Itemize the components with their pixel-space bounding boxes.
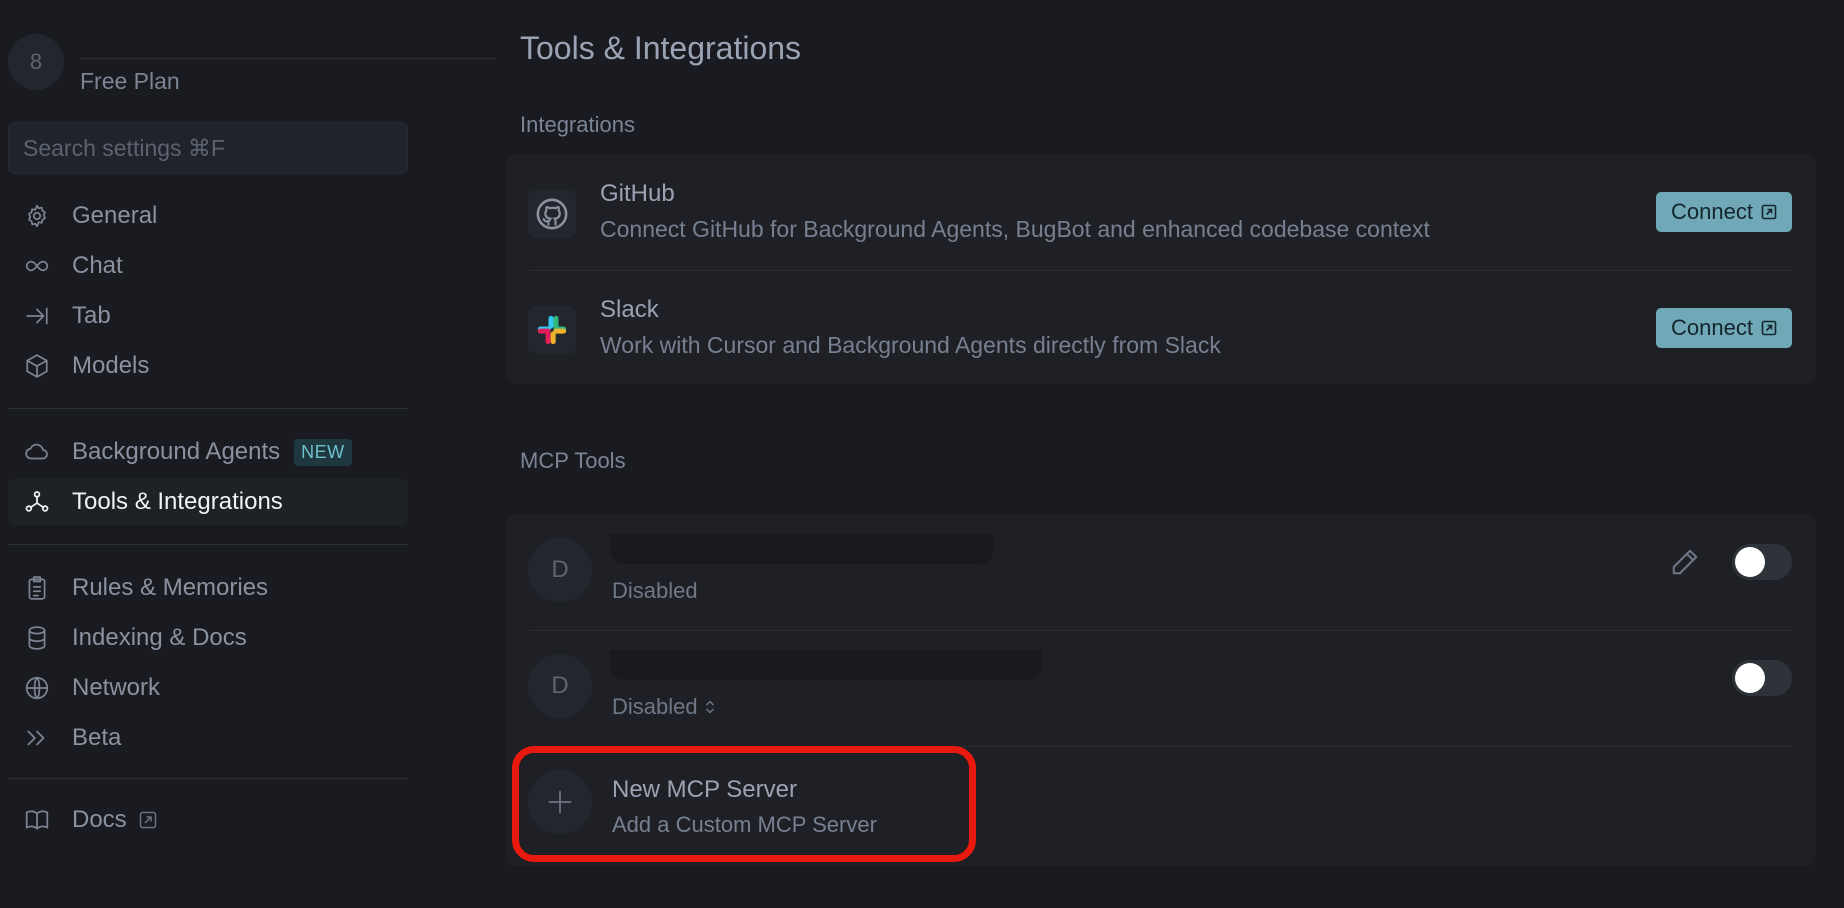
server-name-redacted [610, 650, 1042, 680]
avatar[interactable]: 8 [8, 34, 64, 90]
sidebar-divider [8, 544, 408, 545]
github-description: Connect GitHub for Background Agents, Bu… [600, 216, 1430, 242]
slack-description: Work with Cursor and Background Agents d… [600, 332, 1221, 358]
sidebar-item-label: Background Agents [72, 438, 281, 465]
sidebar-item-docs[interactable]: Docs [8, 797, 408, 843]
add-server-button[interactable] [528, 770, 592, 834]
toggle-knob [1735, 547, 1765, 577]
new-mcp-server-title[interactable]: New MCP Server [612, 776, 797, 804]
external-link-icon [139, 811, 157, 829]
server-avatar: D [528, 538, 592, 602]
sidebar-divider [8, 408, 408, 409]
cube-icon [22, 351, 52, 381]
sidebar-item-label: Rules & Memories [72, 574, 269, 601]
book-icon [22, 805, 52, 835]
sidebar-item-models[interactable]: Models [8, 343, 408, 389]
sidebar-divider [8, 778, 408, 779]
server-initial: D [551, 672, 569, 699]
mcp-section-label: MCP Tools [520, 448, 626, 473]
new-mcp-server-subtitle: Add a Custom MCP Server [612, 812, 877, 837]
network-icon [22, 487, 52, 517]
server-status: Disabled [612, 578, 698, 603]
sidebar-item-chat[interactable]: Chat [8, 243, 408, 289]
sidebar-item-background-agents[interactable]: Background Agents NEW [8, 429, 408, 475]
slack-connect-button[interactable]: Connect [1656, 308, 1792, 348]
sidebar-item-general[interactable]: General [8, 193, 408, 239]
external-link-icon [1761, 204, 1777, 220]
cloud-icon [22, 437, 52, 467]
server-initial: D [551, 556, 569, 583]
sidebar-item-label: Models [72, 352, 150, 379]
edit-pencil-icon[interactable] [1670, 547, 1700, 577]
double-chevron-icon [22, 723, 52, 753]
sidebar-item-tools-integrations[interactable]: Tools & Integrations [8, 479, 408, 525]
sidebar-item-label: Tools & Integrations [72, 488, 283, 515]
plan-label: Free Plan [80, 68, 180, 94]
gear-icon [22, 201, 52, 231]
sidebar-item-rules-memories[interactable]: Rules & Memories [8, 565, 408, 611]
slack-icon [528, 306, 576, 354]
row-divider [530, 270, 1792, 271]
sidebar-item-label: Docs [72, 806, 127, 833]
server-toggle[interactable] [1732, 544, 1792, 580]
slack-title: Slack [600, 296, 659, 323]
search-input[interactable]: Search settings ⌘F [8, 122, 408, 174]
sidebar-item-label: Indexing & Docs [72, 624, 247, 651]
server-status-select[interactable]: Disabled [612, 694, 716, 720]
external-link-icon [1761, 320, 1777, 336]
server-avatar: D [528, 654, 592, 718]
sidebar-item-label: Tab [72, 302, 111, 329]
sidebar-item-label: Beta [72, 724, 122, 751]
new-badge: NEW [294, 438, 352, 466]
sidebar-item-network[interactable]: Network [8, 665, 408, 711]
connect-label: Connect [1671, 199, 1753, 224]
sidebar-item-label: Network [72, 674, 161, 701]
github-title: GitHub [600, 180, 675, 207]
settings-sidebar: 8 Free Plan Search settings ⌘F General C… [0, 0, 496, 908]
sidebar-item-label: Chat [72, 252, 123, 279]
up-down-chevron-icon [705, 700, 714, 714]
row-divider [530, 746, 1792, 747]
sidebar-item-beta[interactable]: Beta [8, 715, 408, 761]
server-toggle[interactable] [1732, 660, 1792, 696]
row-divider [530, 630, 1792, 631]
connect-label: Connect [1671, 315, 1753, 340]
github-icon [528, 190, 576, 238]
server-name-redacted [610, 534, 994, 564]
sidebar-item-indexing-docs[interactable]: Indexing & Docs [8, 615, 408, 661]
globe-icon [22, 673, 52, 703]
integrations-section-label: Integrations [520, 112, 635, 137]
page-title: Tools & Integrations [520, 30, 802, 66]
server-status: Disabled [612, 694, 698, 719]
infinity-icon [22, 251, 52, 281]
account-divider [80, 58, 496, 59]
tab-arrow-icon [22, 301, 52, 331]
sidebar-item-label: General [72, 202, 158, 229]
mcp-card: D Disabled D Disabled New MCP Server Add… [506, 514, 1816, 866]
clipboard-icon [22, 573, 52, 603]
github-connect-button[interactable]: Connect [1656, 192, 1792, 232]
plus-icon [548, 790, 572, 814]
integrations-card: GitHub Connect GitHub for Background Age… [506, 154, 1816, 384]
sidebar-item-tab[interactable]: Tab [8, 293, 408, 339]
database-icon [22, 623, 52, 653]
toggle-knob [1735, 663, 1765, 693]
avatar-initial: 8 [29, 49, 43, 74]
